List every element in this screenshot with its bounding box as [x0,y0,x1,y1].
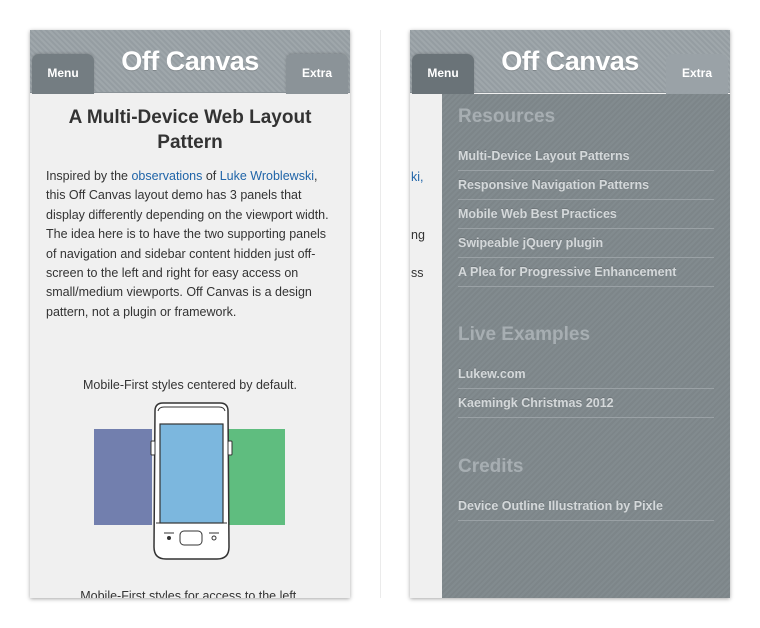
sidebar-link[interactable]: Responsive Navigation Patterns [458,171,714,200]
left-viewport: Off Canvas Menu Extra A Multi-Device Web… [30,30,350,598]
peek-text: ng [411,228,425,242]
intro-text: of [202,169,220,183]
off-canvas-sidebar: Resources Multi-Device Layout Patterns R… [442,94,730,598]
panel-divider [380,30,381,598]
device-illustration [92,401,288,561]
sidebar-link[interactable]: Kaemingk Christmas 2012 [458,389,714,418]
live-examples-list: Lukew.com Kaemingk Christmas 2012 [458,360,714,418]
intro-text: Inspired by the [46,169,132,183]
menu-tab[interactable]: Menu [32,54,94,94]
section-title-resources: Resources [458,106,556,127]
peek-text: ss [411,266,424,280]
sidebar-link[interactable]: A Plea for Progressive Enhancement [458,258,714,287]
observations-link[interactable]: observations [131,169,202,183]
section-title-credits: Credits [458,456,524,477]
menu-tab[interactable]: Menu [412,54,474,94]
phone-outline-icon [150,402,233,560]
section-title-live-examples: Live Examples [458,324,591,345]
sidebar-link[interactable]: Device Outline Illustration by Pixle [458,492,714,521]
site-header: Off Canvas Menu Extra [30,30,350,94]
caption-centered: Mobile-First styles centered by default. [83,378,297,392]
peek-text: ki, [411,170,424,184]
intro-paragraph: Inspired by the observations of Luke Wro… [46,167,336,322]
resources-list: Multi-Device Layout Patterns Responsive … [458,142,714,287]
main-content-peek: ki, ng ss [410,94,442,598]
intro-text: , this Off Canvas layout demo has 3 pane… [46,169,329,319]
extra-tab[interactable]: Extra [286,54,348,94]
caption-left-access: Mobile-First styles for access to the le… [80,589,300,598]
luke-wroblewski-link[interactable]: Luke Wroblewski [220,169,314,183]
sidebar-link[interactable]: Mobile Web Best Practices [458,200,714,229]
sidebar-link[interactable]: Multi-Device Layout Patterns [458,142,714,171]
credits-list: Device Outline Illustration by Pixle [458,492,714,521]
page-title: A Multi-Device Web Layout Pattern [68,107,312,153]
site-header: Off Canvas Menu Extra [410,30,730,94]
extra-tab[interactable]: Extra [666,54,728,94]
sidebar-link[interactable]: Swipeable jQuery plugin [458,229,714,258]
main-content: A Multi-Device Web Layout Pattern Inspir… [30,94,350,598]
sidebar-link[interactable]: Lukew.com [458,360,714,389]
right-viewport: Off Canvas Menu Extra ki, ng ss Resource… [410,30,730,598]
